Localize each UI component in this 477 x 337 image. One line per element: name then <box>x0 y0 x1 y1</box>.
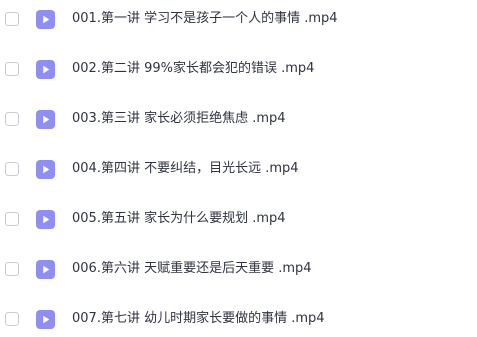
row-checkbox[interactable] <box>5 212 19 226</box>
file-row[interactable]: 003.第三讲 家长必须拒绝焦虑 .mp4 <box>0 101 477 137</box>
file-row[interactable]: 006.第六讲 天赋重要还是后天重要 .mp4 <box>0 251 477 287</box>
file-name[interactable]: 007.第七讲 幼儿时期家长要做的事情 .mp4 <box>72 309 325 329</box>
row-checkbox[interactable] <box>5 112 19 126</box>
file-row[interactable]: 007.第七讲 幼儿时期家长要做的事情 .mp4 <box>0 301 477 337</box>
video-file-icon <box>36 60 55 79</box>
row-checkbox[interactable] <box>5 62 19 76</box>
video-file-icon <box>36 260 55 279</box>
file-name[interactable]: 003.第三讲 家长必须拒绝焦虑 .mp4 <box>72 109 286 129</box>
video-file-icon <box>36 110 55 129</box>
file-row[interactable]: 004.第四讲 不要纠结，目光长远 .mp4 <box>0 151 477 187</box>
row-checkbox[interactable] <box>5 262 19 276</box>
video-file-icon <box>36 310 55 329</box>
video-file-icon <box>36 210 55 229</box>
file-name[interactable]: 005.第五讲 家长为什么要规划 .mp4 <box>72 209 286 229</box>
row-checkbox[interactable] <box>5 312 19 326</box>
file-row[interactable]: 005.第五讲 家长为什么要规划 .mp4 <box>0 201 477 237</box>
video-file-icon <box>36 10 55 29</box>
video-file-icon <box>36 160 55 179</box>
file-row[interactable]: 001.第一讲 学习不是孩子一个人的事情 .mp4 <box>0 1 477 37</box>
row-checkbox[interactable] <box>5 162 19 176</box>
file-name[interactable]: 001.第一讲 学习不是孩子一个人的事情 .mp4 <box>72 9 338 29</box>
file-name[interactable]: 002.第二讲 99%家长都会犯的错误 .mp4 <box>72 59 314 79</box>
file-name[interactable]: 006.第六讲 天赋重要还是后天重要 .mp4 <box>72 259 312 279</box>
file-row[interactable]: 002.第二讲 99%家长都会犯的错误 .mp4 <box>0 51 477 87</box>
row-checkbox[interactable] <box>5 12 19 26</box>
file-name[interactable]: 004.第四讲 不要纠结，目光长远 .mp4 <box>72 159 299 179</box>
